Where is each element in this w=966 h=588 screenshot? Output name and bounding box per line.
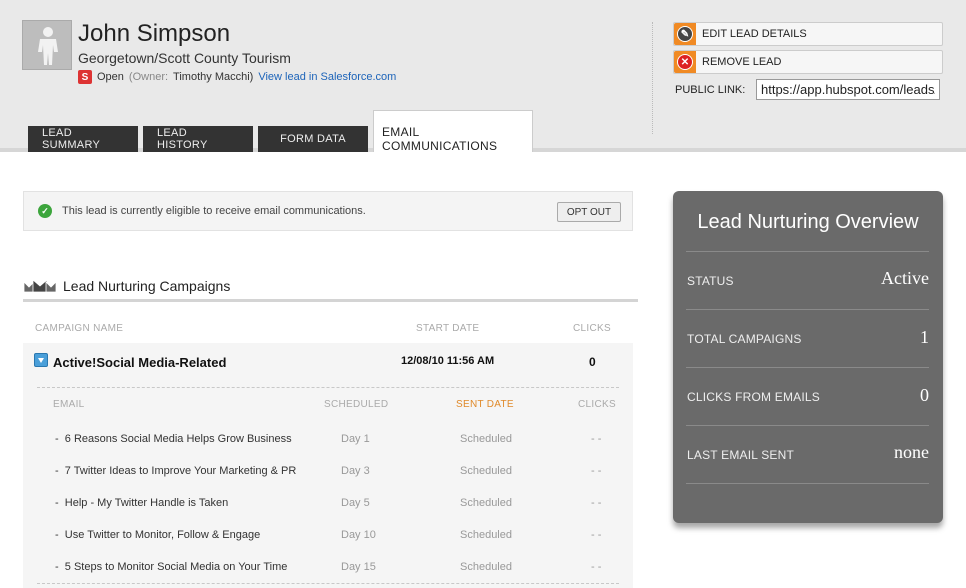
remove-icon: ✕ <box>674 51 696 73</box>
email-clicks: - - <box>591 433 602 445</box>
email-sent: Scheduled <box>460 529 512 541</box>
overview-rule <box>686 483 929 484</box>
remove-lead-label: REMOVE LEAD <box>702 56 782 68</box>
owner-prefix: (Owner: <box>128 71 169 83</box>
salesforce-icon: S <box>78 70 92 84</box>
tab-form-data[interactable]: FORM DATA <box>258 126 368 152</box>
col-clicks: CLICKS <box>573 323 611 334</box>
check-icon: ✓ <box>38 204 52 218</box>
overview-clicks-value: 0 <box>920 385 929 405</box>
campaign-clicks: 0 <box>589 355 596 369</box>
overview-title: Lead Nurturing Overview <box>697 211 919 233</box>
person-icon <box>38 27 58 65</box>
col-email-clicks: CLICKS <box>578 399 616 410</box>
email-name: - Help - My Twitter Handle is Taken <box>55 497 229 509</box>
salesforce-link[interactable]: View lead in Salesforce.com <box>258 71 396 83</box>
nurturing-overview-panel: Lead Nurturing Overview STATUS Active TO… <box>673 191 943 523</box>
campaign-row: Active!Social Media-Related 12/08/10 11:… <box>23 343 633 588</box>
edit-lead-button[interactable]: ✎ EDIT LEAD DETAILS <box>673 22 943 46</box>
overview-last-sent-value: none <box>894 442 929 462</box>
email-clicks: - - <box>591 497 602 509</box>
campaign-name: Active!Social Media-Related <box>53 355 227 370</box>
email-name: - 6 Reasons Social Media Helps Grow Busi… <box>55 433 292 445</box>
opt-out-button[interactable]: OPT OUT <box>557 202 621 222</box>
overview-label: STATUS <box>687 274 734 288</box>
overview-label: LAST EMAIL SENT <box>687 448 795 462</box>
envelopes-icon <box>23 279 57 293</box>
overview-rule <box>686 251 929 252</box>
col-start-date: START DATE <box>416 323 480 334</box>
list-item: - Help - My Twitter Handle is Taken Day … <box>23 487 633 519</box>
email-sent: Scheduled <box>460 465 512 477</box>
header-divider <box>652 22 653 134</box>
expand-icon[interactable] <box>34 353 48 367</box>
email-clicks: - - <box>591 465 602 477</box>
lead-status: Open <box>97 71 124 83</box>
edit-icon: ✎ <box>674 23 696 45</box>
remove-lead-button[interactable]: ✕ REMOVE LEAD <box>673 50 943 74</box>
email-day: Day 5 <box>341 497 370 509</box>
overview-total-value: 1 <box>920 327 929 347</box>
list-item: - Use Twitter to Monitor, Follow & Engag… <box>23 519 633 551</box>
overview-rule <box>686 367 929 368</box>
edit-lead-label: EDIT LEAD DETAILS <box>702 28 807 40</box>
email-day: Day 15 <box>341 561 376 573</box>
campaign-divider <box>37 387 619 388</box>
campaigns-heading: Lead Nurturing Campaigns <box>23 278 230 294</box>
lead-status-line: S Open (Owner: Timothy Macchi) View lead… <box>78 70 396 84</box>
email-name: - 5 Steps to Monitor Social Media on You… <box>55 561 288 573</box>
email-name: - Use Twitter to Monitor, Follow & Engag… <box>55 529 261 541</box>
col-campaign-name: CAMPAIGN NAME <box>35 323 124 334</box>
overview-rule <box>686 309 929 310</box>
email-name: - 7 Twitter Ideas to Improve Your Market… <box>55 465 297 477</box>
col-sent-date: SENT DATE <box>456 399 514 410</box>
public-link-input[interactable] <box>756 79 940 100</box>
lead-tabs: LEAD SUMMARY LEAD HISTORY FORM DATA EMAI… <box>28 110 533 153</box>
email-sent: Scheduled <box>460 433 512 445</box>
email-list-divider <box>37 583 619 584</box>
lead-company: Georgetown/Scott County Tourism <box>78 50 291 66</box>
tab-lead-history[interactable]: LEAD HISTORY <box>143 126 253 152</box>
email-sent: Scheduled <box>460 497 512 509</box>
campaign-start-date: 12/08/10 11:56 AM <box>401 355 495 367</box>
list-item: - 5 Steps to Monitor Social Media on You… <box>23 551 633 583</box>
email-day: Day 1 <box>341 433 370 445</box>
lead-header: John Simpson Georgetown/Scott County Tou… <box>0 0 966 153</box>
col-email: EMAIL <box>53 399 85 410</box>
email-day: Day 3 <box>341 465 370 477</box>
overview-label: CLICKS FROM EMAILS <box>687 390 820 404</box>
overview-label: TOTAL CAMPAIGNS <box>687 332 802 346</box>
email-clicks: - - <box>591 529 602 541</box>
list-item: - 7 Twitter Ideas to Improve Your Market… <box>23 455 633 487</box>
email-clicks: - - <box>591 561 602 573</box>
email-day: Day 10 <box>341 529 376 541</box>
eligibility-text: This lead is currently eligible to recei… <box>62 205 366 217</box>
owner-name: Timothy Macchi) <box>173 71 254 83</box>
tab-email-communications[interactable]: EMAIL COMMUNICATIONS <box>373 110 533 153</box>
list-item: - 6 Reasons Social Media Helps Grow Busi… <box>23 423 633 455</box>
eligibility-notice: ✓ This lead is currently eligible to rec… <box>23 191 633 231</box>
public-link-label: PUBLIC LINK: <box>675 84 746 96</box>
tab-lead-summary[interactable]: LEAD SUMMARY <box>28 126 138 152</box>
lead-name: John Simpson <box>78 20 231 47</box>
campaigns-title: Lead Nurturing Campaigns <box>63 278 231 294</box>
overview-status-value: Active <box>881 268 929 288</box>
campaign-header[interactable]: Active!Social Media-Related 12/08/10 11:… <box>23 343 633 383</box>
email-sent: Scheduled <box>460 561 512 573</box>
campaigns-rule <box>23 299 638 302</box>
avatar <box>22 20 72 70</box>
overview-rule <box>686 425 929 426</box>
col-scheduled: SCHEDULED <box>324 399 389 410</box>
